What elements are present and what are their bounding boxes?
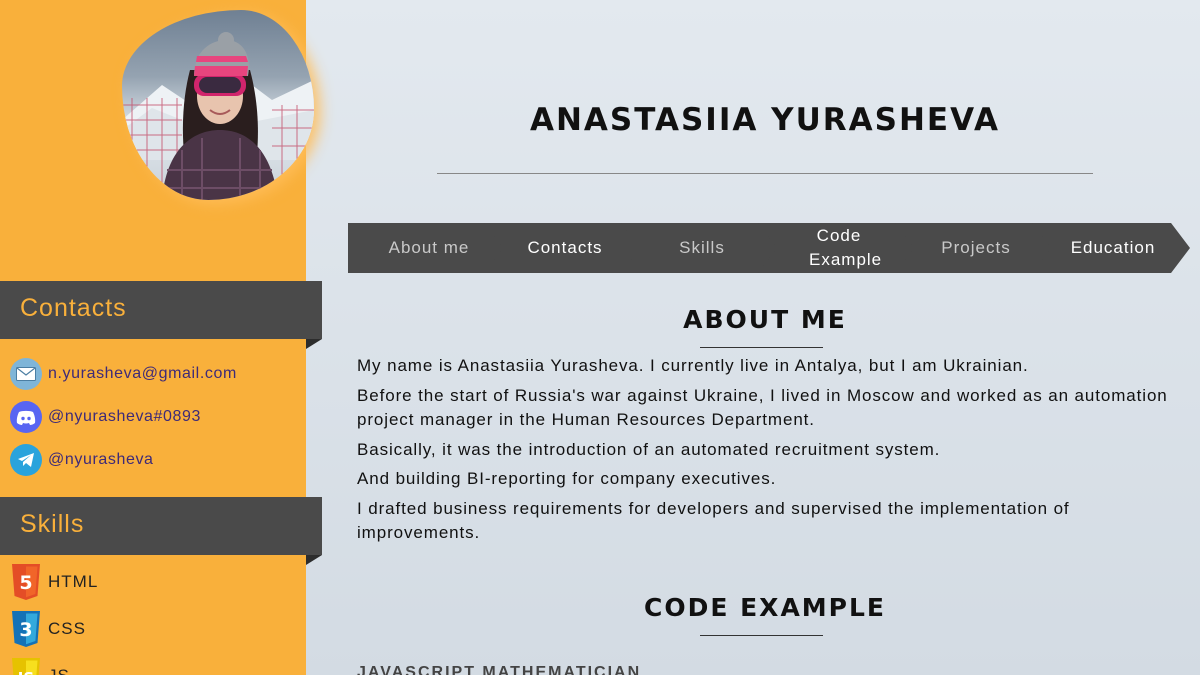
code-example-heading-underline: [700, 635, 823, 636]
email-icon: [10, 358, 42, 390]
css3-icon: 3: [12, 611, 40, 647]
skills-header: Skills: [0, 497, 322, 565]
contact-discord[interactable]: @nyurasheva#0893: [10, 400, 201, 434]
about-paragraph: I drafted business requirements for deve…: [357, 498, 1070, 543]
contact-telegram[interactable]: @nyurasheva: [10, 443, 154, 477]
nav-contacts[interactable]: Contacts: [484, 223, 642, 273]
skill-css-label: CSS: [48, 619, 86, 638]
skill-css: 3 CSS: [10, 610, 86, 648]
nav-projects[interactable]: Projects: [895, 223, 1053, 273]
skill-js-label: JS: [48, 666, 70, 675]
contact-email[interactable]: n.yurasheva@gmail.com: [10, 357, 237, 391]
about-text: My name is Anastasiia Yurasheva. I curre…: [357, 354, 1182, 551]
avatar-photo-illustration: [122, 32, 314, 200]
contact-discord-text: @nyurasheva#0893: [48, 408, 202, 425]
nav-about-me[interactable]: About me: [348, 223, 506, 273]
nav-education-label: Education: [1070, 238, 1156, 257]
about-paragraph: My name is Anastasiia Yurasheva. I curre…: [357, 356, 1029, 375]
nav-projects-label: Projects: [941, 238, 1011, 257]
code-example-heading: CODE EXAMPLE: [643, 593, 887, 622]
code-example-subheading: JAVASCRIPT MATHEMATICIAN: [357, 664, 642, 675]
contact-telegram-text: @nyurasheva: [48, 451, 154, 468]
about-paragraph: And building BI-reporting for company ex…: [357, 469, 777, 488]
nav-code-example[interactable]: Code Example: [758, 223, 916, 273]
telegram-icon: [10, 444, 42, 476]
html5-icon: 5: [12, 564, 40, 600]
about-heading: ABOUT ME: [683, 305, 847, 334]
svg-text:3: 3: [19, 619, 32, 641]
contacts-title: Contacts: [20, 294, 127, 322]
discord-icon: [10, 401, 42, 433]
skill-js: JS JS: [10, 657, 70, 675]
skill-html: 5 HTML: [10, 563, 98, 601]
about-heading-underline: [700, 347, 823, 348]
skills-title: Skills: [20, 510, 85, 538]
about-paragraph: Basically, it was the introduction of an…: [357, 439, 941, 459]
contacts-header: Contacts: [0, 281, 322, 349]
page-title: ANASTASIIA YURASHEVA: [530, 102, 1000, 138]
svg-text:JS: JS: [17, 669, 34, 675]
section-nav: About me Contacts Skills Code Example Pr…: [348, 223, 1190, 273]
title-divider: [437, 173, 1093, 174]
nav-education[interactable]: Education: [1032, 223, 1190, 273]
avatar: [122, 10, 314, 200]
contact-email-text: n.yurasheva@gmail.com: [48, 365, 237, 382]
nav-about-me-label: About me: [388, 238, 470, 257]
svg-text:5: 5: [19, 572, 32, 594]
nav-contacts-label: Contacts: [527, 238, 603, 257]
avatar-photo: [122, 10, 314, 200]
nav-skills-label: Skills: [679, 238, 725, 257]
sidebar: Contacts n.yurasheva@gmail.com @nyurashe…: [0, 0, 322, 675]
skill-html-label: HTML: [48, 572, 99, 591]
about-paragraph: Before the start of Russia's war against…: [357, 385, 1168, 430]
nav-code-example-label: Code Example: [809, 226, 883, 269]
js-icon: JS: [12, 658, 40, 675]
nav-skills[interactable]: Skills: [621, 223, 779, 273]
